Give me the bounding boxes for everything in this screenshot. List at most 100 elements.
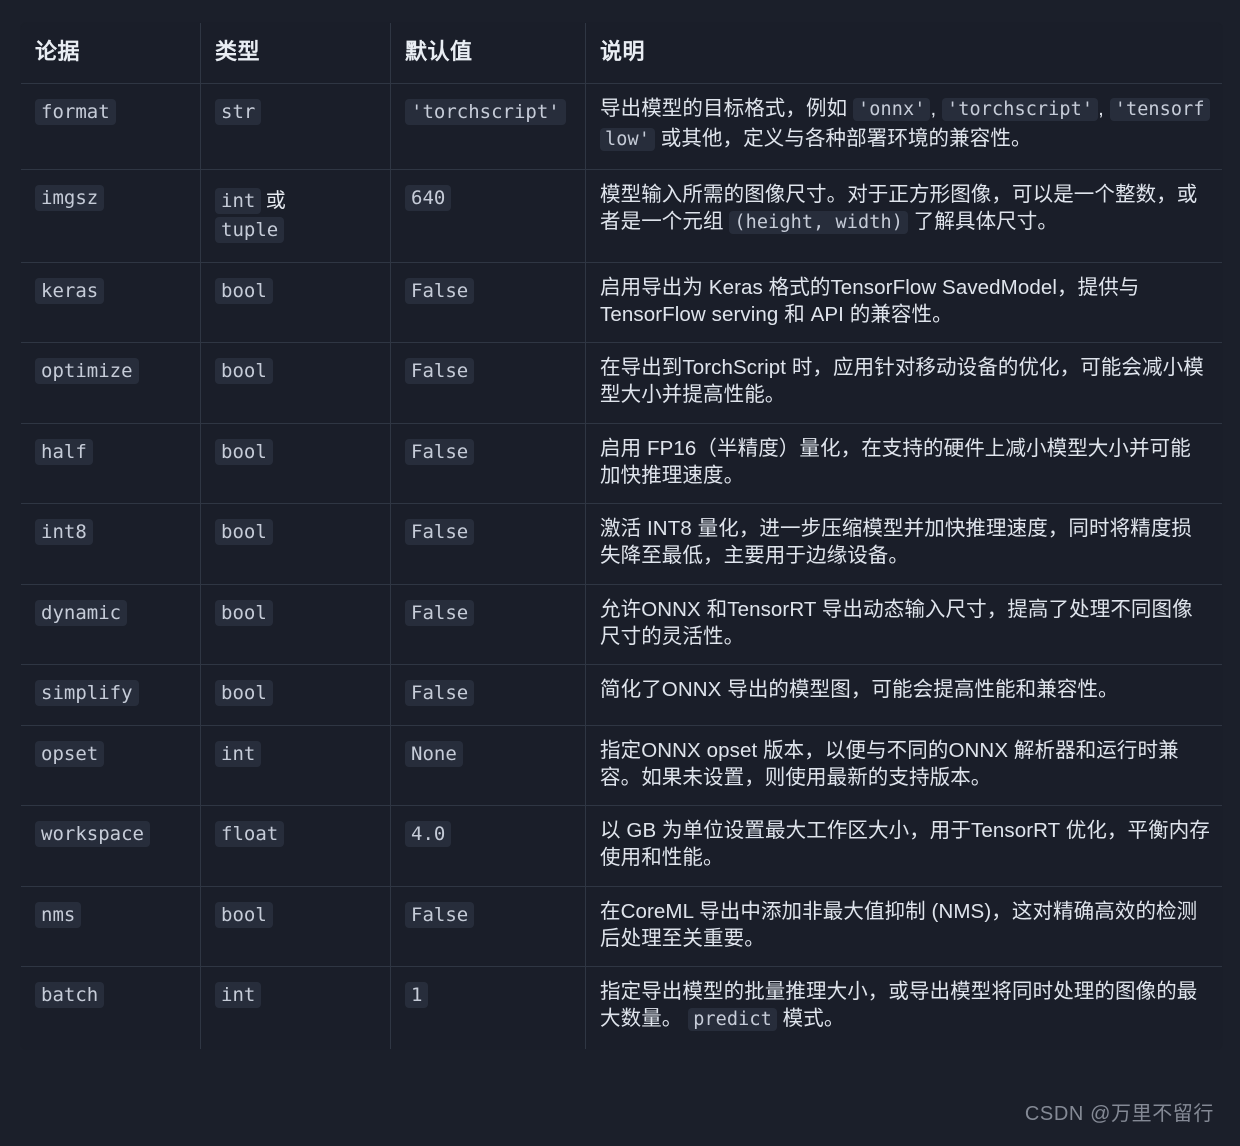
type-code: bool bbox=[215, 519, 273, 546]
description-text-run: 启用 FP16（半精度）量化，在支持的硬件上减小模型大小并可能加快推理速度。 bbox=[600, 436, 1191, 487]
type-cell: int bbox=[200, 724, 391, 807]
description-text-run: 以 GB 为单位设置最大工作区大小，用于TensorRT 优化，平衡内存使用和性… bbox=[600, 819, 1210, 870]
table-row: half bool False 启用 FP16（半精度）量化，在支持的硬件上减小模型大… bbox=[21, 422, 1222, 505]
description-cell: 导出模型的目标格式，例如 'onnx', 'torchscript', 'ten… bbox=[585, 83, 1222, 170]
description-cell: 模型输入所需的图像尺寸。对于正方形图像，可以是一个整数，或者是一个元组 (hei… bbox=[585, 168, 1222, 263]
table-row: dynamic bool False 允许ONNX 和TensorRT 导出动态输入尺… bbox=[21, 583, 1222, 666]
table-row: batch int 1 指定导出模型的批量推理大小，或导出模型将同时处理的图像的最大数… bbox=[21, 966, 1222, 1049]
table-row: nms bool False 在CoreML 导出中添加非最大值抑制 (NMS)，这对… bbox=[21, 885, 1222, 968]
description-cell: 简化了ONNX 导出的模型图，可能会提高性能和兼容性。 bbox=[585, 664, 1222, 726]
description-inline-code: 'onnx' bbox=[853, 98, 931, 122]
default-value-cell: False bbox=[390, 583, 586, 666]
description-cell: 启用 FP16（半精度）量化，在支持的硬件上减小模型大小并可能加快推理速度。 bbox=[585, 422, 1222, 505]
description-text: 激活 INT8 量化，进一步压缩模型并加快推理速度，同时将精度损失降至最低，主要… bbox=[600, 515, 1210, 570]
default-value-code: None bbox=[405, 740, 463, 767]
default-value-cell: 1 bbox=[390, 966, 586, 1049]
argument-name-code: keras bbox=[35, 277, 105, 304]
argument-name-code: imgsz bbox=[35, 184, 105, 211]
type-code: int bbox=[215, 740, 262, 767]
default-value-cell: None bbox=[390, 724, 586, 807]
description-cell: 启用导出为 Keras 格式的TensorFlow SavedModel，提供与… bbox=[585, 261, 1222, 344]
default-value-code: 640 bbox=[405, 184, 452, 211]
description-text-run: 启用导出为 Keras 格式的TensorFlow SavedModel，提供与… bbox=[600, 275, 1140, 326]
default-value-cell: False bbox=[390, 664, 586, 726]
default-value-cell: False bbox=[390, 261, 586, 344]
description-text-run: 激活 INT8 量化，进一步压缩模型并加快推理速度，同时将精度损失降至最低，主要… bbox=[600, 517, 1193, 568]
argument-name-code: format bbox=[35, 99, 116, 126]
type-cell: bool bbox=[200, 261, 391, 344]
description-text-run: 在导出到TorchScript 时，应用针对移动设备的优化，可能会减小模型大小并… bbox=[600, 356, 1204, 407]
table-row: optimize bool False 在导出到TorchScript 时，应用针对移… bbox=[21, 342, 1222, 424]
default-value-code: 1 bbox=[405, 982, 429, 1009]
type-cell: bool bbox=[200, 885, 391, 968]
default-value-cell: 'torchscript' bbox=[390, 83, 586, 170]
description-text: 在导出到TorchScript 时，应用针对移动设备的优化，可能会减小模型大小并… bbox=[600, 354, 1210, 409]
argument-name-code: simplify bbox=[35, 680, 139, 707]
default-value-code: False bbox=[405, 599, 475, 626]
description-cell: 允许ONNX 和TensorRT 导出动态输入尺寸，提高了处理不同图像尺寸的灵活… bbox=[585, 583, 1222, 666]
type-cell: bool bbox=[200, 342, 391, 424]
description-text: 在CoreML 导出中添加非最大值抑制 (NMS)，这对精确高效的检测后处理至关… bbox=[600, 898, 1210, 953]
default-value-cell: False bbox=[390, 422, 586, 505]
description-text: 指定ONNX opset 版本，以便与不同的ONNX 解析器和运行时兼容。如果未… bbox=[600, 737, 1210, 792]
description-text: 以 GB 为单位设置最大工作区大小，用于TensorRT 优化，平衡内存使用和性… bbox=[600, 817, 1210, 872]
default-value-code: False bbox=[405, 438, 475, 465]
description-text-run: , bbox=[930, 97, 943, 121]
description-cell: 激活 INT8 量化，进一步压缩模型并加快推理速度，同时将精度损失降至最低，主要… bbox=[585, 503, 1222, 585]
argument-name-cell: optimize bbox=[21, 342, 201, 424]
type-cell: bool bbox=[200, 664, 391, 726]
default-value-cell: False bbox=[390, 885, 586, 968]
default-value-code: False bbox=[405, 277, 475, 304]
argument-name-cell: batch bbox=[21, 966, 201, 1049]
argument-name-code: optimize bbox=[35, 358, 139, 385]
description-text-run: 简化了ONNX 导出的模型图，可能会提高性能和兼容性。 bbox=[600, 678, 1119, 702]
type-cell: int 或 tuple bbox=[200, 168, 391, 263]
description-cell: 指定ONNX opset 版本，以便与不同的ONNX 解析器和运行时兼容。如果未… bbox=[585, 724, 1222, 807]
default-value-cell: 4.0 bbox=[390, 805, 586, 887]
table-row: simplify bool False 简化了ONNX 导出的模型图，可能会提高性能和… bbox=[21, 664, 1222, 726]
description-text-run: , bbox=[1098, 97, 1110, 121]
table-head: 论据 类型 默认值 说明 bbox=[21, 22, 1222, 85]
default-value-code: False bbox=[405, 680, 475, 707]
table-row: int8 bool False 激活 INT8 量化，进一步压缩模型并加快推理速度，同… bbox=[21, 503, 1222, 585]
description-text: 启用导出为 Keras 格式的TensorFlow SavedModel，提供与… bbox=[600, 274, 1210, 329]
description-text-run: 了解具体尺寸。 bbox=[907, 209, 1058, 233]
default-value-code: False bbox=[405, 519, 475, 546]
description-text: 允许ONNX 和TensorRT 导出动态输入尺寸，提高了处理不同图像尺寸的灵活… bbox=[600, 596, 1210, 651]
argument-name-cell: simplify bbox=[21, 664, 201, 726]
export-arguments-table: 论据 类型 默认值 说明 format str'torchscript' 导出模型的… bbox=[20, 22, 1223, 1050]
argument-name-cell: imgsz bbox=[21, 168, 201, 263]
description-inline-code: (height, width) bbox=[729, 210, 908, 234]
description-text: 启用 FP16（半精度）量化，在支持的硬件上减小模型大小并可能加快推理速度。 bbox=[600, 435, 1210, 490]
type-code-secondary: tuple bbox=[215, 217, 285, 244]
type-code: bool bbox=[215, 438, 273, 465]
description-text: 模型输入所需的图像尺寸。对于正方形图像，可以是一个整数，或者是一个元组 (hei… bbox=[600, 181, 1210, 238]
argument-name-code: half bbox=[35, 438, 93, 465]
argument-name-cell: format bbox=[21, 83, 201, 170]
argument-name-cell: half bbox=[21, 422, 201, 505]
description-text: 简化了ONNX 导出的模型图，可能会提高性能和兼容性。 bbox=[600, 676, 1210, 703]
watermark: CSDN @万里不留行 bbox=[1024, 1103, 1214, 1125]
default-value-cell: False bbox=[390, 503, 586, 585]
table-row: workspace float 4.0 以 GB 为单位设置最大工作区大小，用于Ten… bbox=[21, 805, 1222, 887]
type-code: bool bbox=[215, 599, 273, 626]
description-cell: 以 GB 为单位设置最大工作区大小，用于TensorRT 优化，平衡内存使用和性… bbox=[585, 805, 1222, 887]
description-inline-code: 'torchscript' bbox=[942, 98, 1099, 122]
argument-name-cell: int8 bbox=[21, 503, 201, 585]
description-text: 指定导出模型的批量推理大小，或导出模型将同时处理的图像的最大数量。 predic… bbox=[600, 978, 1210, 1035]
argument-name-code: workspace bbox=[35, 821, 150, 848]
type-cell: bool bbox=[200, 583, 391, 666]
type-code: bool bbox=[215, 680, 273, 707]
type-code: float bbox=[215, 821, 285, 848]
argument-name-code: dynamic bbox=[35, 599, 128, 626]
column-header-description: 说明 bbox=[585, 22, 1222, 85]
description-cell: 在CoreML 导出中添加非最大值抑制 (NMS)，这对精确高效的检测后处理至关… bbox=[585, 885, 1222, 968]
argument-name-code: int8 bbox=[35, 519, 93, 546]
type-code: int bbox=[215, 982, 262, 1009]
column-header-default: 默认值 bbox=[390, 22, 586, 85]
table-row: keras bool False 启用导出为 Keras 格式的TensorFlow … bbox=[21, 261, 1222, 344]
description-cell: 指定导出模型的批量推理大小，或导出模型将同时处理的图像的最大数量。 predic… bbox=[585, 966, 1222, 1049]
argument-name-cell: keras bbox=[21, 261, 201, 344]
default-value-code: 4.0 bbox=[405, 821, 452, 848]
description-inline-code: predict bbox=[688, 1008, 777, 1032]
